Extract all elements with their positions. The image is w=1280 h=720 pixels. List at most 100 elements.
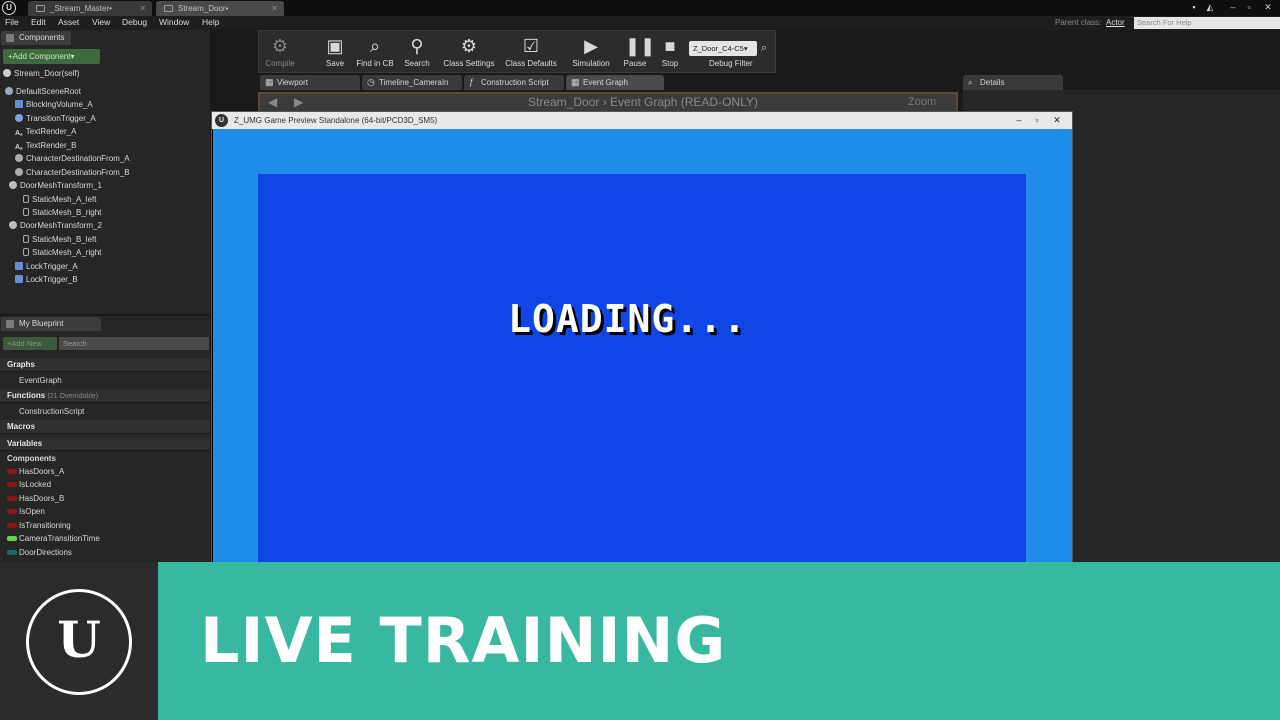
variable-item[interactable]: CameraTransitionTime [0,532,100,545]
doc-tab-stream-door[interactable]: Stream_Door• ✕ [156,1,284,16]
tab-label: Details [980,78,1005,87]
doc-tab-stream-master[interactable]: _Stream_Master• ✕ [28,1,152,16]
close-window-icon[interactable]: ✕ [1260,1,1276,13]
gears-icon: ⚙ [271,36,289,56]
search-button[interactable]: ⚲ Search [401,34,433,72]
tree-item[interactable]: BlockingVolume_A [15,98,93,111]
title-bar: U _Stream_Master• ✕ Stream_Door• ✕ ▪ ◭ ‒… [0,0,1280,16]
close-icon[interactable]: ✕ [139,1,146,16]
pause-button[interactable]: ❚❚ Pause [621,34,656,72]
class-settings-button[interactable]: ⚙ Class Settings [441,34,497,72]
menu-view[interactable]: View [92,17,110,27]
banner: LIVE TRAINING [158,562,1280,720]
preview-viewport[interactable]: LOADING... [213,129,1072,574]
tab-my-blueprint[interactable]: My Blueprint [1,317,101,331]
tree-item[interactable]: LockTrigger_A [15,260,78,273]
tree-item[interactable]: CharacterDestinationFrom_A [15,152,130,165]
preview-title-bar[interactable]: U Z_UMG Game Preview Standalone (64-bit/… [212,112,1072,129]
menu-file[interactable]: File [5,17,19,27]
save-button[interactable]: ▣ Save [321,34,349,72]
minimize-icon[interactable]: ‒ [1010,113,1028,127]
class-defaults-button[interactable]: ☑ Class Defaults [503,34,559,72]
notification-icon[interactable]: ◭ [1202,1,1218,13]
tab-label: Components [19,33,65,42]
graph-item-eventgraph[interactable]: EventGraph [0,374,62,387]
add-component-button[interactable]: +Add Component▾ [3,49,100,64]
banner-logo-area: U [0,562,158,720]
variable-label: HasDoors_A [19,467,65,476]
bool-pill-icon [7,482,17,487]
menu-debug[interactable]: Debug [122,17,147,27]
blueprint-icon [36,5,45,12]
tree-item[interactable]: StaticMesh_A_left [23,193,96,206]
variable-item[interactable]: DoorDirections [0,546,72,559]
tree-item[interactable]: DoorMeshTransform_1 [9,179,102,192]
unreal-logo-icon: U [2,1,16,15]
tab-event-graph[interactable]: ▦ Event Graph [566,75,664,90]
blueprint-search-input[interactable]: Search [59,337,209,350]
button-label: Stop [661,59,679,68]
components-icon [6,34,14,42]
section-macros[interactable]: Macros [0,420,210,434]
tree-item[interactable]: Aₐ TextRender_A [15,125,76,138]
tree-item[interactable]: Aₐ TextRender_B [15,139,76,152]
find-in-cb-button[interactable]: ⌕ Find in CB [355,34,395,72]
menu-help[interactable]: Help [202,17,219,27]
add-new-button[interactable]: +Add New [3,337,57,350]
mesh-transform-icon [9,181,17,189]
bool-pill-icon [7,496,17,501]
tab-viewport[interactable]: ▦ Viewport [260,75,360,90]
help-search-input[interactable]: Search For Help [1134,17,1280,29]
stop-button[interactable]: ■ Stop [657,34,683,72]
variable-item[interactable]: HasDoors_A [0,465,64,478]
chat-icon[interactable]: ▪ [1186,1,1202,13]
minimize-icon[interactable]: ‒ [1225,1,1241,13]
maximize-icon[interactable]: ▫ [1241,1,1257,13]
menu-edit[interactable]: Edit [31,17,46,27]
tab-details[interactable]: ⌕ Details [963,75,1063,90]
blueprint-icon [164,5,173,12]
debug-filter-dropdown[interactable]: Z_Door_C4-C5▾ [689,41,757,56]
menu-asset[interactable]: Asset [58,17,79,27]
section-graphs[interactable]: Graphs [0,358,210,372]
close-icon[interactable]: ✕ [1048,113,1066,127]
game-preview-window[interactable]: U Z_UMG Game Preview Standalone (64-bit/… [211,111,1073,574]
tree-item[interactable]: LockTrigger_B [15,273,78,286]
variable-item[interactable]: IsOpen [0,505,45,518]
tree-item[interactable]: DefaultSceneRoot [5,85,81,98]
tab-timeline-camerain[interactable]: ◷ Timeline_CameraIn [362,75,462,90]
variable-item[interactable]: IsTransitioning [0,519,71,532]
debug-search-icon[interactable]: ⌕ [761,42,767,55]
function-icon: ƒ [469,77,475,87]
function-item-constructionscript[interactable]: ConstructionScript [0,405,84,418]
tree-item[interactable]: TransitionTrigger_A [15,112,96,125]
tab-construction-script[interactable]: ƒ Construction Script [464,75,564,90]
viewport-icon: ▦ [265,77,274,87]
tree-item[interactable]: StaticMesh_B_left [23,233,96,246]
variable-item[interactable]: HasDoors_B [0,492,64,505]
tab-components[interactable]: Components [1,31,71,45]
component-self[interactable]: Stream_Door(self) [3,67,79,80]
section-functions[interactable]: Functions (21 Overridable) [0,389,210,403]
component-label: CharacterDestinationFrom_A [26,154,130,163]
static-mesh-icon [23,195,29,203]
variable-item[interactable]: IsLocked [0,478,51,491]
menu-window[interactable]: Window [159,17,189,27]
tree-item[interactable]: DoorMeshTransform_2 [9,219,102,232]
simulation-icon: ▶ [584,36,598,56]
parent-class-label: Parent class: [1055,18,1102,27]
button-label: Save [325,59,345,68]
zoom-label: Zoom [908,96,937,108]
close-icon[interactable]: ✕ [271,1,278,16]
maximize-icon[interactable]: ▫ [1028,113,1046,127]
tree-item[interactable]: StaticMesh_A_right [23,246,101,259]
parent-class-link[interactable]: Actor [1106,18,1125,27]
back-arrow-icon[interactable]: ◀ [268,95,277,109]
tree-item[interactable]: StaticMesh_B_right [23,206,101,219]
simulation-button[interactable]: ▶ Simulation [569,34,613,72]
compile-button[interactable]: ⚙ Compile [261,34,299,72]
tree-item[interactable]: CharacterDestinationFrom_B [15,166,130,179]
section-variables[interactable]: Variables [0,437,210,451]
variable-category-components[interactable]: Components [0,452,56,465]
forward-arrow-icon[interactable]: ▶ [294,95,303,109]
